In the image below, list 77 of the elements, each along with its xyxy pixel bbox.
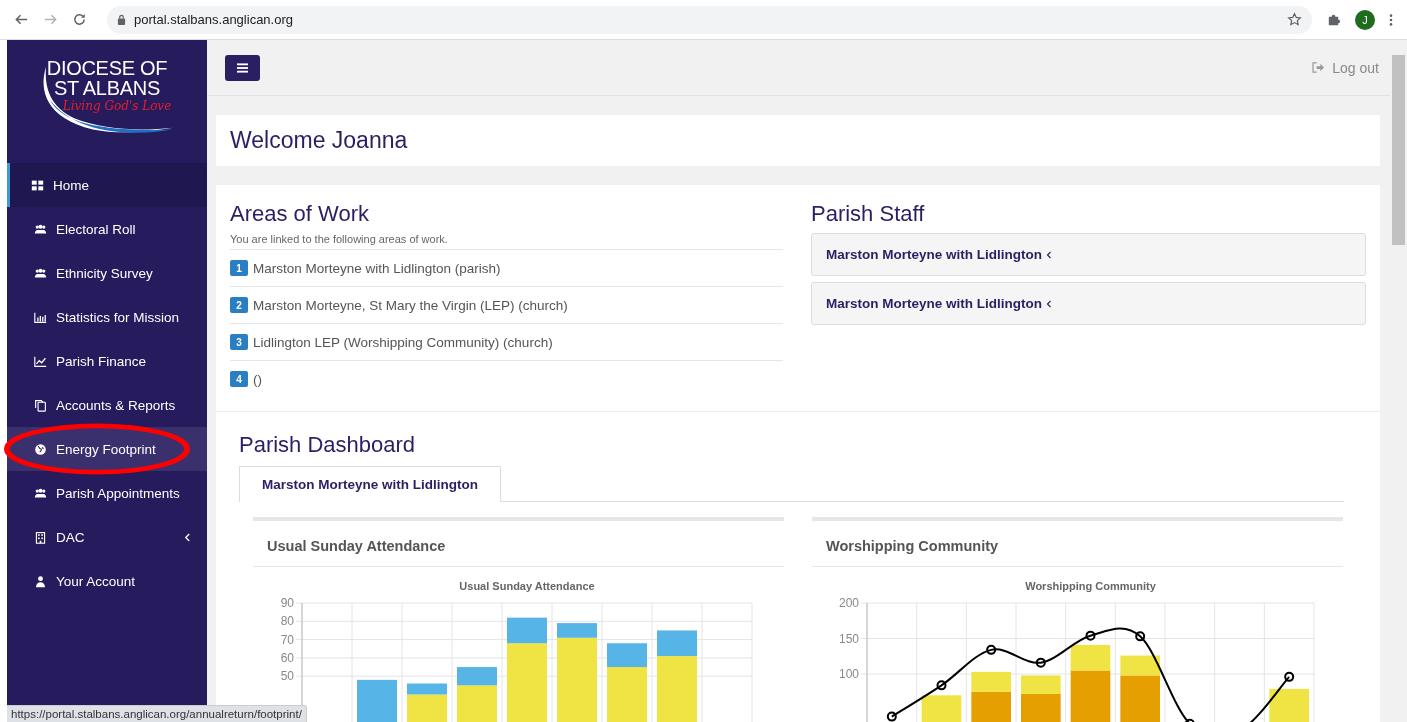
axis-tick-label: 200 xyxy=(838,596,859,610)
data-point xyxy=(986,644,997,655)
data-point xyxy=(886,711,897,722)
chevron-icon xyxy=(1046,250,1052,259)
area-item: () xyxy=(253,371,262,387)
status-url: https://portal.stalbans.anglican.org/annualreturn/footprint/ xyxy=(7,705,307,722)
area-item: Marston Morteyne with Lidlington (parish) xyxy=(253,260,501,276)
sidebar-item[interactable]: Accounts & Reports xyxy=(7,383,207,427)
logout-icon xyxy=(1312,62,1326,73)
globe-icon xyxy=(34,442,47,456)
chevron-icon xyxy=(184,532,191,542)
logo-title: DIOCESE OF xyxy=(46,58,168,78)
number-badge: 1 xyxy=(230,260,248,276)
axis-tick-label: 90 xyxy=(280,596,294,610)
star-icon[interactable] xyxy=(1287,12,1302,27)
users-icon xyxy=(34,486,47,500)
sidebar-item[interactable]: DAC xyxy=(7,515,207,559)
tab[interactable]: Marston Morteyne with Lidlington xyxy=(239,466,501,502)
documents-icon xyxy=(34,398,47,412)
address-bar[interactable]: portal.stalbans.anglican.org xyxy=(107,5,1312,34)
building-icon xyxy=(34,530,47,544)
accordion-header[interactable]: Marston Morteyne with Lidlington xyxy=(811,233,1366,276)
chevron-icon xyxy=(1046,299,1052,308)
data-point xyxy=(936,680,947,691)
user-icon xyxy=(34,574,47,588)
menu-toggle-button[interactable] xyxy=(225,54,260,81)
menu-icon[interactable] xyxy=(1389,12,1393,27)
axis-tick-label: 100 xyxy=(838,667,859,681)
number-badge: 2 xyxy=(230,297,248,313)
sidebar-item[interactable]: Parish Appointments xyxy=(7,471,207,515)
users-icon xyxy=(34,266,47,280)
accordion-header[interactable]: Marston Morteyne with Lidlington xyxy=(811,282,1366,325)
menu-icon xyxy=(237,62,248,73)
chart-title: Worshipping Community xyxy=(1025,580,1156,592)
lock-icon xyxy=(117,14,126,25)
grid-icon xyxy=(31,178,44,192)
logo-tagline: Living God's Love xyxy=(62,99,172,113)
axis-tick-label: 50 xyxy=(280,669,294,684)
card-title: Worshipping Community xyxy=(812,521,1343,567)
users-icon xyxy=(34,222,47,236)
reload-icon[interactable] xyxy=(72,12,87,27)
number-badge: 4 xyxy=(230,371,248,387)
axis-tick-label: 70 xyxy=(280,632,294,647)
back-icon[interactable] xyxy=(14,12,29,27)
sidebar-item[interactable]: Parish Finance xyxy=(7,339,207,383)
section-heading: Parish Dashboard xyxy=(239,432,417,458)
sidebar-item[interactable]: Electoral Roll xyxy=(7,207,207,251)
logo-title: ST ALBANS xyxy=(54,78,160,98)
sidebar-item[interactable]: Statistics for Mission xyxy=(7,295,207,339)
bar-chart-icon xyxy=(34,310,47,324)
bar xyxy=(921,695,962,722)
bar xyxy=(357,679,397,722)
data-point xyxy=(1184,718,1195,722)
puzzle-icon[interactable] xyxy=(1326,12,1341,27)
axis-tick-label: 150 xyxy=(838,631,859,646)
data-point xyxy=(1284,671,1295,682)
sidebar-item[interactable]: Ethnicity Survey xyxy=(7,251,207,295)
section-heading: Parish Staff xyxy=(811,201,926,227)
welcome-heading: Welcome Joanna xyxy=(230,127,408,154)
sidebar-item[interactable]: Your Account xyxy=(7,559,207,603)
bar xyxy=(1269,688,1309,722)
line-chart-icon xyxy=(34,354,47,368)
section-heading: Areas of Work xyxy=(230,201,370,227)
profile-avatar[interactable]: J xyxy=(1355,9,1375,30)
data-point xyxy=(1135,631,1146,642)
sidebar-item[interactable]: Home xyxy=(7,163,207,207)
data-point xyxy=(1085,630,1096,641)
chart-title: Usual Sunday Attendance xyxy=(459,580,595,592)
card-title: Usual Sunday Attendance xyxy=(253,521,784,567)
area-item: Lidlington LEP (Worshipping Community) (church) xyxy=(253,334,553,350)
number-badge: 3 xyxy=(230,334,248,350)
area-item: Marston Morteyne, St Mary the Virgin (LEP) (church) xyxy=(253,297,568,313)
intro-text: You are linked to the following areas of work. xyxy=(230,233,783,250)
scrollbar[interactable] xyxy=(1390,40,1407,722)
axis-tick-label: 80 xyxy=(280,614,294,629)
data-point xyxy=(1035,657,1046,668)
axis-tick-label: 60 xyxy=(280,650,294,665)
